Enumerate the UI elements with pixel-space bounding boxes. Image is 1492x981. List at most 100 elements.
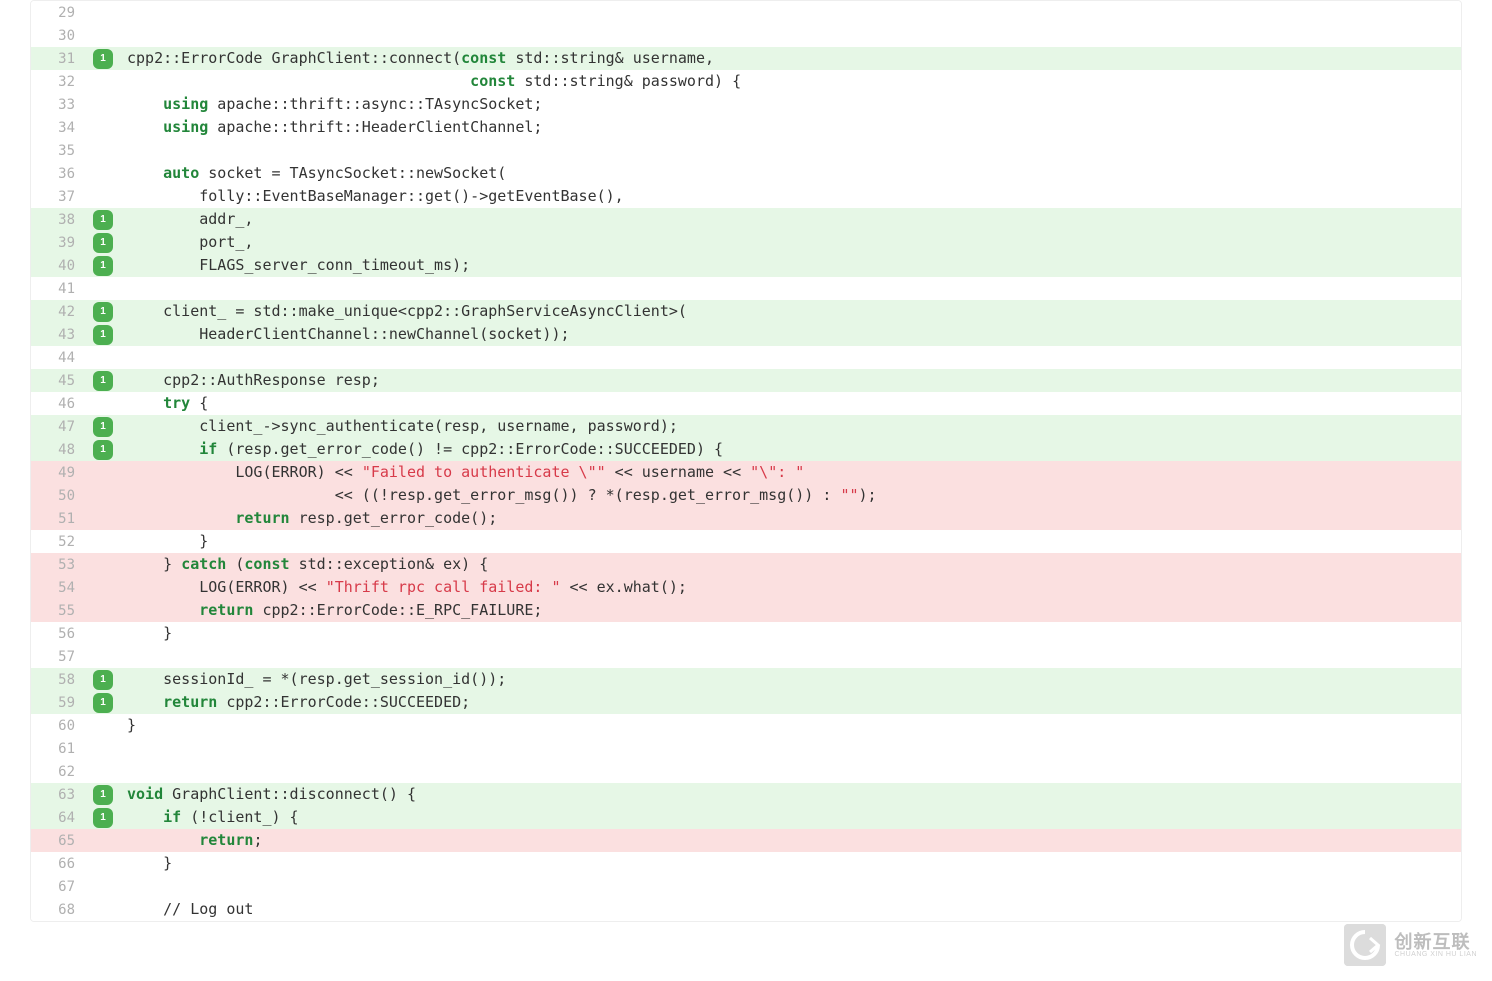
coverage-count-badge: 1: [93, 210, 113, 230]
line-number: 66: [31, 856, 87, 872]
line-number: 37: [31, 189, 87, 205]
code-content: cpp2::ErrorCode GraphClient::connect(con…: [119, 47, 1461, 70]
code-line: 48 1 if (resp.get_error_code() != cpp2::E…: [31, 438, 1461, 461]
code-content: void GraphClient::disconnect() {: [119, 783, 1461, 806]
logo-cn-text: 创新互联: [1394, 933, 1477, 951]
line-number: 56: [31, 626, 87, 642]
line-number: 44: [31, 350, 87, 366]
code-line: 62: [31, 760, 1461, 783]
coverage-badge-column: 1: [87, 808, 119, 828]
coverage-count-badge: 1: [93, 785, 113, 805]
coverage-badge-column: 1: [87, 440, 119, 460]
line-number: 55: [31, 603, 87, 619]
coverage-badge-column: 1: [87, 302, 119, 322]
code-content: addr_,: [119, 208, 1461, 231]
logo-mark-icon: [1344, 924, 1386, 966]
code-line: 54 LOG(ERROR) << "Thrift rpc call failed…: [31, 576, 1461, 599]
line-number: 46: [31, 396, 87, 412]
line-number: 50: [31, 488, 87, 504]
code-content: try {: [119, 392, 1461, 415]
coverage-badge-column: 1: [87, 670, 119, 690]
code-content: return cpp2::ErrorCode::SUCCEEDED;: [119, 691, 1461, 714]
coverage-count-badge: 1: [93, 233, 113, 253]
coverage-badge-column: 1: [87, 693, 119, 713]
code-content: cpp2::AuthResponse resp;: [119, 369, 1461, 392]
code-content: using apache::thrift::HeaderClientChanne…: [119, 116, 1461, 139]
code-content: using apache::thrift::async::TAsyncSocke…: [119, 93, 1461, 116]
line-number: 42: [31, 304, 87, 320]
line-number: 41: [31, 281, 87, 297]
line-number: 36: [31, 166, 87, 182]
line-number: 47: [31, 419, 87, 435]
line-number: 48: [31, 442, 87, 458]
line-number: 30: [31, 28, 87, 44]
code-line: 64 1 if (!client_) {: [31, 806, 1461, 829]
line-number: 68: [31, 902, 87, 918]
code-line: 51 return resp.get_error_code();: [31, 507, 1461, 530]
code-coverage-view: 2930311cpp2::ErrorCode GraphClient::conn…: [30, 0, 1462, 922]
line-number: 61: [31, 741, 87, 757]
line-number: 40: [31, 258, 87, 274]
code-content: return cpp2::ErrorCode::E_RPC_FAILURE;: [119, 599, 1461, 622]
code-content: port_,: [119, 231, 1461, 254]
coverage-badge-column: 1: [87, 256, 119, 276]
code-line: 37 folly::EventBaseManager::get()->getEv…: [31, 185, 1461, 208]
code-line: 65 return;: [31, 829, 1461, 852]
code-line: 53 } catch (const std::exception& ex) {: [31, 553, 1461, 576]
line-number: 52: [31, 534, 87, 550]
line-number: 35: [31, 143, 87, 159]
coverage-count-badge: 1: [93, 417, 113, 437]
line-number: 38: [31, 212, 87, 228]
code-line: 38 1 addr_,: [31, 208, 1461, 231]
code-content: << ((!resp.get_error_msg()) ? *(resp.get…: [119, 484, 1461, 507]
coverage-badge-column: 1: [87, 371, 119, 391]
coverage-count-badge: 1: [93, 808, 113, 828]
coverage-badge-column: 1: [87, 417, 119, 437]
code-line: 59 1 return cpp2::ErrorCode::SUCCEEDED;: [31, 691, 1461, 714]
code-line: 581 sessionId_ = *(resp.get_session_id()…: [31, 668, 1461, 691]
line-number: 67: [31, 879, 87, 895]
line-number: 62: [31, 764, 87, 780]
code-content: sessionId_ = *(resp.get_session_id());: [119, 668, 1461, 691]
line-number: 32: [31, 74, 87, 90]
code-line: 56 }: [31, 622, 1461, 645]
code-line: 57: [31, 645, 1461, 668]
code-line: 46 try {: [31, 392, 1461, 415]
code-line: 52 }: [31, 530, 1461, 553]
code-content: FLAGS_server_conn_timeout_ms);: [119, 254, 1461, 277]
coverage-badge-column: 1: [87, 233, 119, 253]
code-line: 311cpp2::ErrorCode GraphClient::connect(…: [31, 47, 1461, 70]
code-line: 55 return cpp2::ErrorCode::E_RPC_FAILURE…: [31, 599, 1461, 622]
line-number: 33: [31, 97, 87, 113]
code-line: 67: [31, 875, 1461, 898]
code-content: if (!client_) {: [119, 806, 1461, 829]
coverage-count-badge: 1: [93, 693, 113, 713]
code-line: 34 using apache::thrift::HeaderClientCha…: [31, 116, 1461, 139]
line-number: 43: [31, 327, 87, 343]
logo-en-text: CHUANG XIN HU LIAN: [1394, 951, 1477, 958]
line-number: 65: [31, 833, 87, 849]
code-content: }: [119, 714, 1461, 737]
code-content: if (resp.get_error_code() != cpp2::Error…: [119, 438, 1461, 461]
line-number: 45: [31, 373, 87, 389]
coverage-badge-column: 1: [87, 49, 119, 69]
coverage-badge-column: 1: [87, 210, 119, 230]
line-number: 34: [31, 120, 87, 136]
code-content: return resp.get_error_code();: [119, 507, 1461, 530]
coverage-count-badge: 1: [93, 440, 113, 460]
coverage-count-badge: 1: [93, 371, 113, 391]
code-content: }: [119, 530, 1461, 553]
code-content: }: [119, 852, 1461, 875]
code-line: 30: [31, 24, 1461, 47]
code-line: 68 // Log out: [31, 898, 1461, 921]
code-content: client_ = std::make_unique<cpp2::GraphSe…: [119, 300, 1461, 323]
coverage-count-badge: 1: [93, 256, 113, 276]
line-number: 54: [31, 580, 87, 596]
line-number: 64: [31, 810, 87, 826]
line-number: 31: [31, 51, 87, 67]
code-line: 391 port_,: [31, 231, 1461, 254]
code-line: 60}: [31, 714, 1461, 737]
line-number: 59: [31, 695, 87, 711]
code-line: 29: [31, 1, 1461, 24]
code-content: }: [119, 622, 1461, 645]
